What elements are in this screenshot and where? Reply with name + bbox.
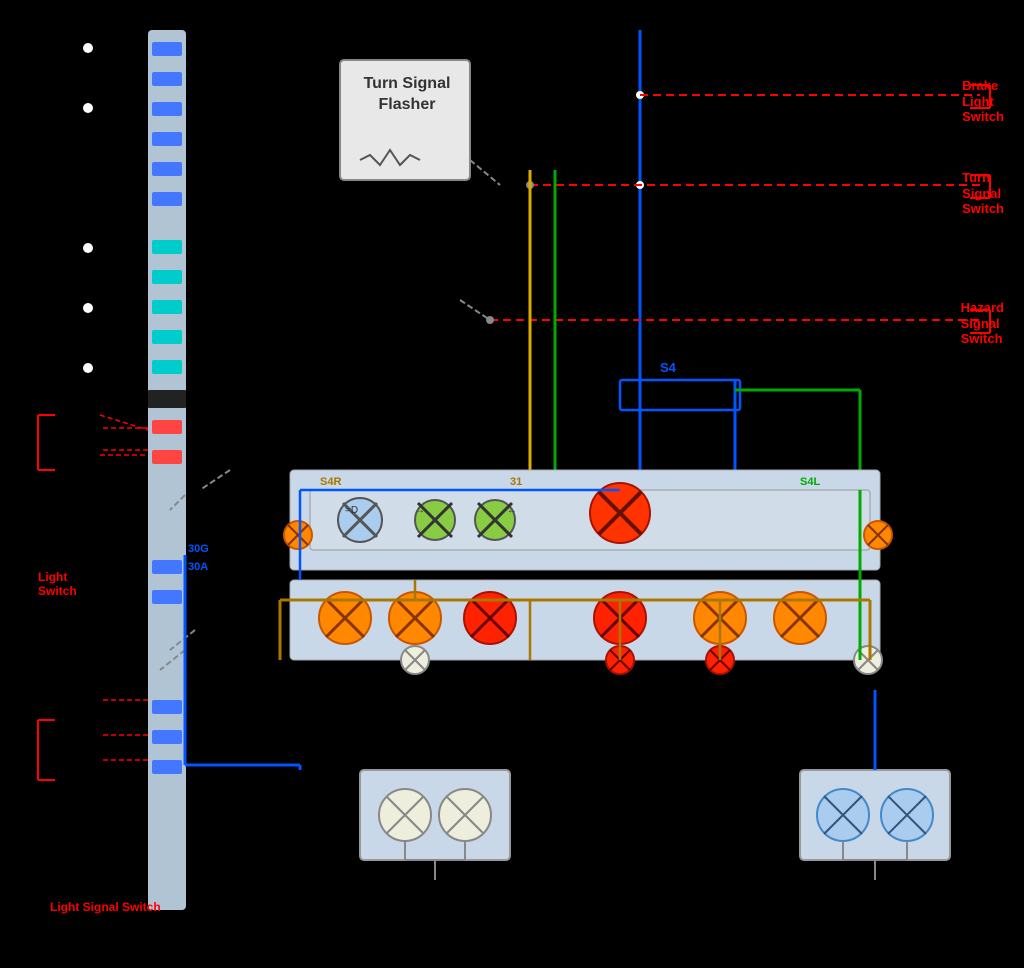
turn-signal-flasher-label: Turn Signal Flasher — [356, 74, 458, 116]
turn-signal-switch-label: TurnSignalSwitch — [962, 170, 1004, 217]
svg-text:=D: =D — [345, 505, 358, 516]
svg-text:→: → — [415, 505, 425, 516]
wiring-diagram: S4 S31 S31 S4R S4L 31 =D — [0, 0, 1024, 968]
31-label-top: 31 — [510, 476, 522, 488]
light-signal-switch-label: Light Signal Switch — [50, 900, 161, 914]
hazard-signal-switch-label: HazardSignalSwitch — [961, 300, 1004, 347]
svg-text:30G: 30G — [188, 543, 209, 555]
s4-label: S4 — [660, 360, 677, 375]
brake-light-switch-label: BrakeLightSwitch — [962, 78, 1004, 125]
s4r-label: S4R — [320, 476, 341, 488]
svg-text:←: ← — [507, 505, 517, 516]
s4l-label: S4L — [800, 476, 820, 488]
light-switch-label: LightSwitch — [38, 570, 77, 599]
svg-text:30A: 30A — [188, 561, 208, 573]
